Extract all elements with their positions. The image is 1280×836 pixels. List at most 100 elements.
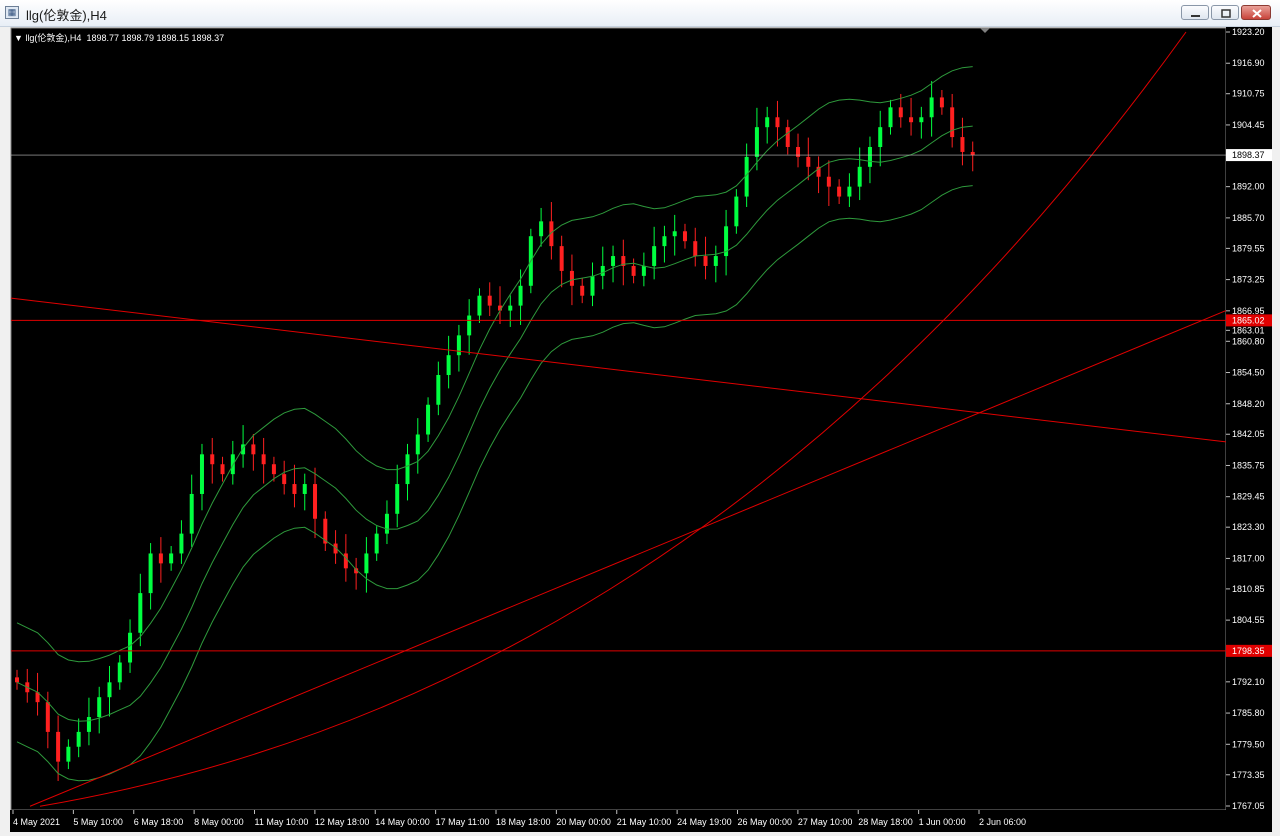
- restore-button[interactable]: [1211, 5, 1239, 20]
- bull-candle: [477, 295, 482, 316]
- time-tick-label: 21 May 10:00: [617, 817, 672, 827]
- bear-candle: [898, 107, 903, 118]
- bull-candle: [128, 632, 133, 663]
- bear-candle: [569, 270, 574, 286]
- price-tick-label: 1892.00: [1232, 182, 1265, 192]
- bull-candle: [754, 127, 759, 157]
- bear-candle: [220, 464, 225, 475]
- time-tick-label: 17 May 11:00: [436, 817, 490, 827]
- bull-candle: [518, 285, 523, 306]
- bull-candle: [199, 454, 204, 494]
- time-tick-label: 12 May 18:00: [315, 817, 370, 827]
- price-tick-label: 1910.75: [1232, 89, 1265, 99]
- bear-candle: [56, 731, 61, 762]
- price-chart[interactable]: 1923.20 1916.90 1910.75 1904.45 1898.37 1892.…: [10, 27, 1272, 832]
- time-tick-label: 2 Jun 06:00: [979, 817, 1026, 827]
- bull-candle: [364, 553, 369, 574]
- price-tick-label: 1842.05: [1232, 429, 1265, 439]
- time-tick-label: 18 May 18:00: [496, 817, 551, 827]
- bear-candle: [970, 151, 975, 155]
- bear-candle: [261, 454, 266, 465]
- minimize-button[interactable]: [1181, 5, 1209, 20]
- bull-candle: [652, 246, 657, 266]
- bear-candle: [282, 474, 287, 485]
- price-tick-label: 1835.75: [1232, 460, 1265, 470]
- price-tick-label: 1904.45: [1232, 120, 1265, 130]
- bull-candle: [611, 256, 616, 266]
- time-tick-label: 4 May 2021: [13, 817, 60, 827]
- chart-info: ▼ llg(伦敦金),H4 1898.77 1898.79 1898.15 18…: [14, 33, 225, 43]
- bull-candle: [138, 593, 143, 633]
- bear-candle: [251, 444, 256, 455]
- price-tick-label: 1779.50: [1232, 739, 1265, 749]
- bull-candle: [436, 375, 441, 405]
- price-tick-label: 1860.80: [1232, 336, 1265, 346]
- bull-candle: [672, 231, 677, 237]
- bull-candle: [878, 127, 883, 147]
- time-tick-label: 6 May 18:00: [134, 817, 184, 827]
- bull-candle: [426, 404, 431, 435]
- bull-candle: [539, 221, 544, 237]
- bull-candle: [929, 97, 934, 118]
- bull-candle: [107, 682, 112, 698]
- price-tick-label: 1866.95: [1232, 306, 1265, 316]
- bull-candle: [117, 662, 122, 683]
- bull-candle: [919, 117, 924, 123]
- bull-candle: [97, 697, 102, 718]
- time-tick-label: 20 May 00:00: [556, 817, 611, 827]
- bull-candle: [600, 265, 605, 276]
- price-tick-label: 1823.30: [1232, 522, 1265, 532]
- bull-candle: [847, 186, 852, 197]
- bid-price-label: 1898.37: [1232, 150, 1265, 160]
- minimize-icon: [1191, 15, 1200, 17]
- time-tick-label: 24 May 19:00: [677, 817, 732, 827]
- close-button[interactable]: [1241, 5, 1271, 20]
- bear-candle: [158, 553, 163, 564]
- bear-candle: [806, 156, 811, 167]
- chart-window: 1923.20 1916.90 1910.75 1904.45 1898.37 1892.…: [0, 27, 1280, 836]
- price-tick-label: 1848.20: [1232, 399, 1265, 409]
- time-tick-label: 26 May 00:00: [738, 817, 793, 827]
- window-title: llg(伦敦金),H4: [26, 8, 107, 23]
- time-tick-label: 27 May 10:00: [798, 817, 853, 827]
- time-tick-label: 28 May 18:00: [858, 817, 913, 827]
- price-tick-label: 1863.01: [1232, 325, 1265, 335]
- bull-candle: [189, 493, 194, 534]
- bear-candle: [775, 117, 780, 128]
- bull-candle: [590, 275, 595, 296]
- time-tick-label: 8 May 00:00: [194, 817, 244, 827]
- price-tick-label: 1873.25: [1232, 275, 1265, 285]
- bear-candle: [909, 117, 914, 123]
- price-tick-label: 1916.90: [1232, 58, 1265, 68]
- bull-candle: [415, 434, 420, 455]
- bear-candle: [939, 97, 944, 108]
- bear-candle: [487, 295, 492, 306]
- bear-candle: [703, 256, 708, 266]
- bull-candle: [148, 553, 153, 594]
- time-tick-label: 1 Jun 00:00: [919, 817, 966, 827]
- bull-candle: [467, 315, 472, 336]
- bull-candle: [456, 335, 461, 356]
- time-tick-label: 5 May 10:00: [73, 817, 123, 827]
- bull-candle: [169, 553, 174, 564]
- price-tick-label: 1817.00: [1232, 553, 1265, 563]
- bull-candle: [888, 107, 893, 128]
- bull-candle: [641, 265, 646, 276]
- bull-candle: [662, 236, 667, 247]
- bull-candle: [66, 746, 71, 762]
- price-tick-label: 1810.85: [1232, 584, 1265, 594]
- bull-candle: [384, 513, 389, 534]
- bear-candle: [210, 454, 215, 465]
- bear-candle: [682, 231, 687, 242]
- price-tick-label: 1773.35: [1232, 770, 1265, 780]
- restore-icon: [1221, 9, 1231, 18]
- bear-candle: [292, 484, 297, 494]
- bull-candle: [76, 731, 81, 747]
- bull-candle: [395, 484, 400, 514]
- price-tick-label: 1854.50: [1232, 368, 1265, 378]
- bear-candle: [826, 176, 831, 187]
- bear-candle: [45, 702, 50, 732]
- bull-candle: [405, 454, 410, 485]
- bear-candle: [580, 285, 585, 296]
- price-tick-label: 1829.45: [1232, 492, 1265, 502]
